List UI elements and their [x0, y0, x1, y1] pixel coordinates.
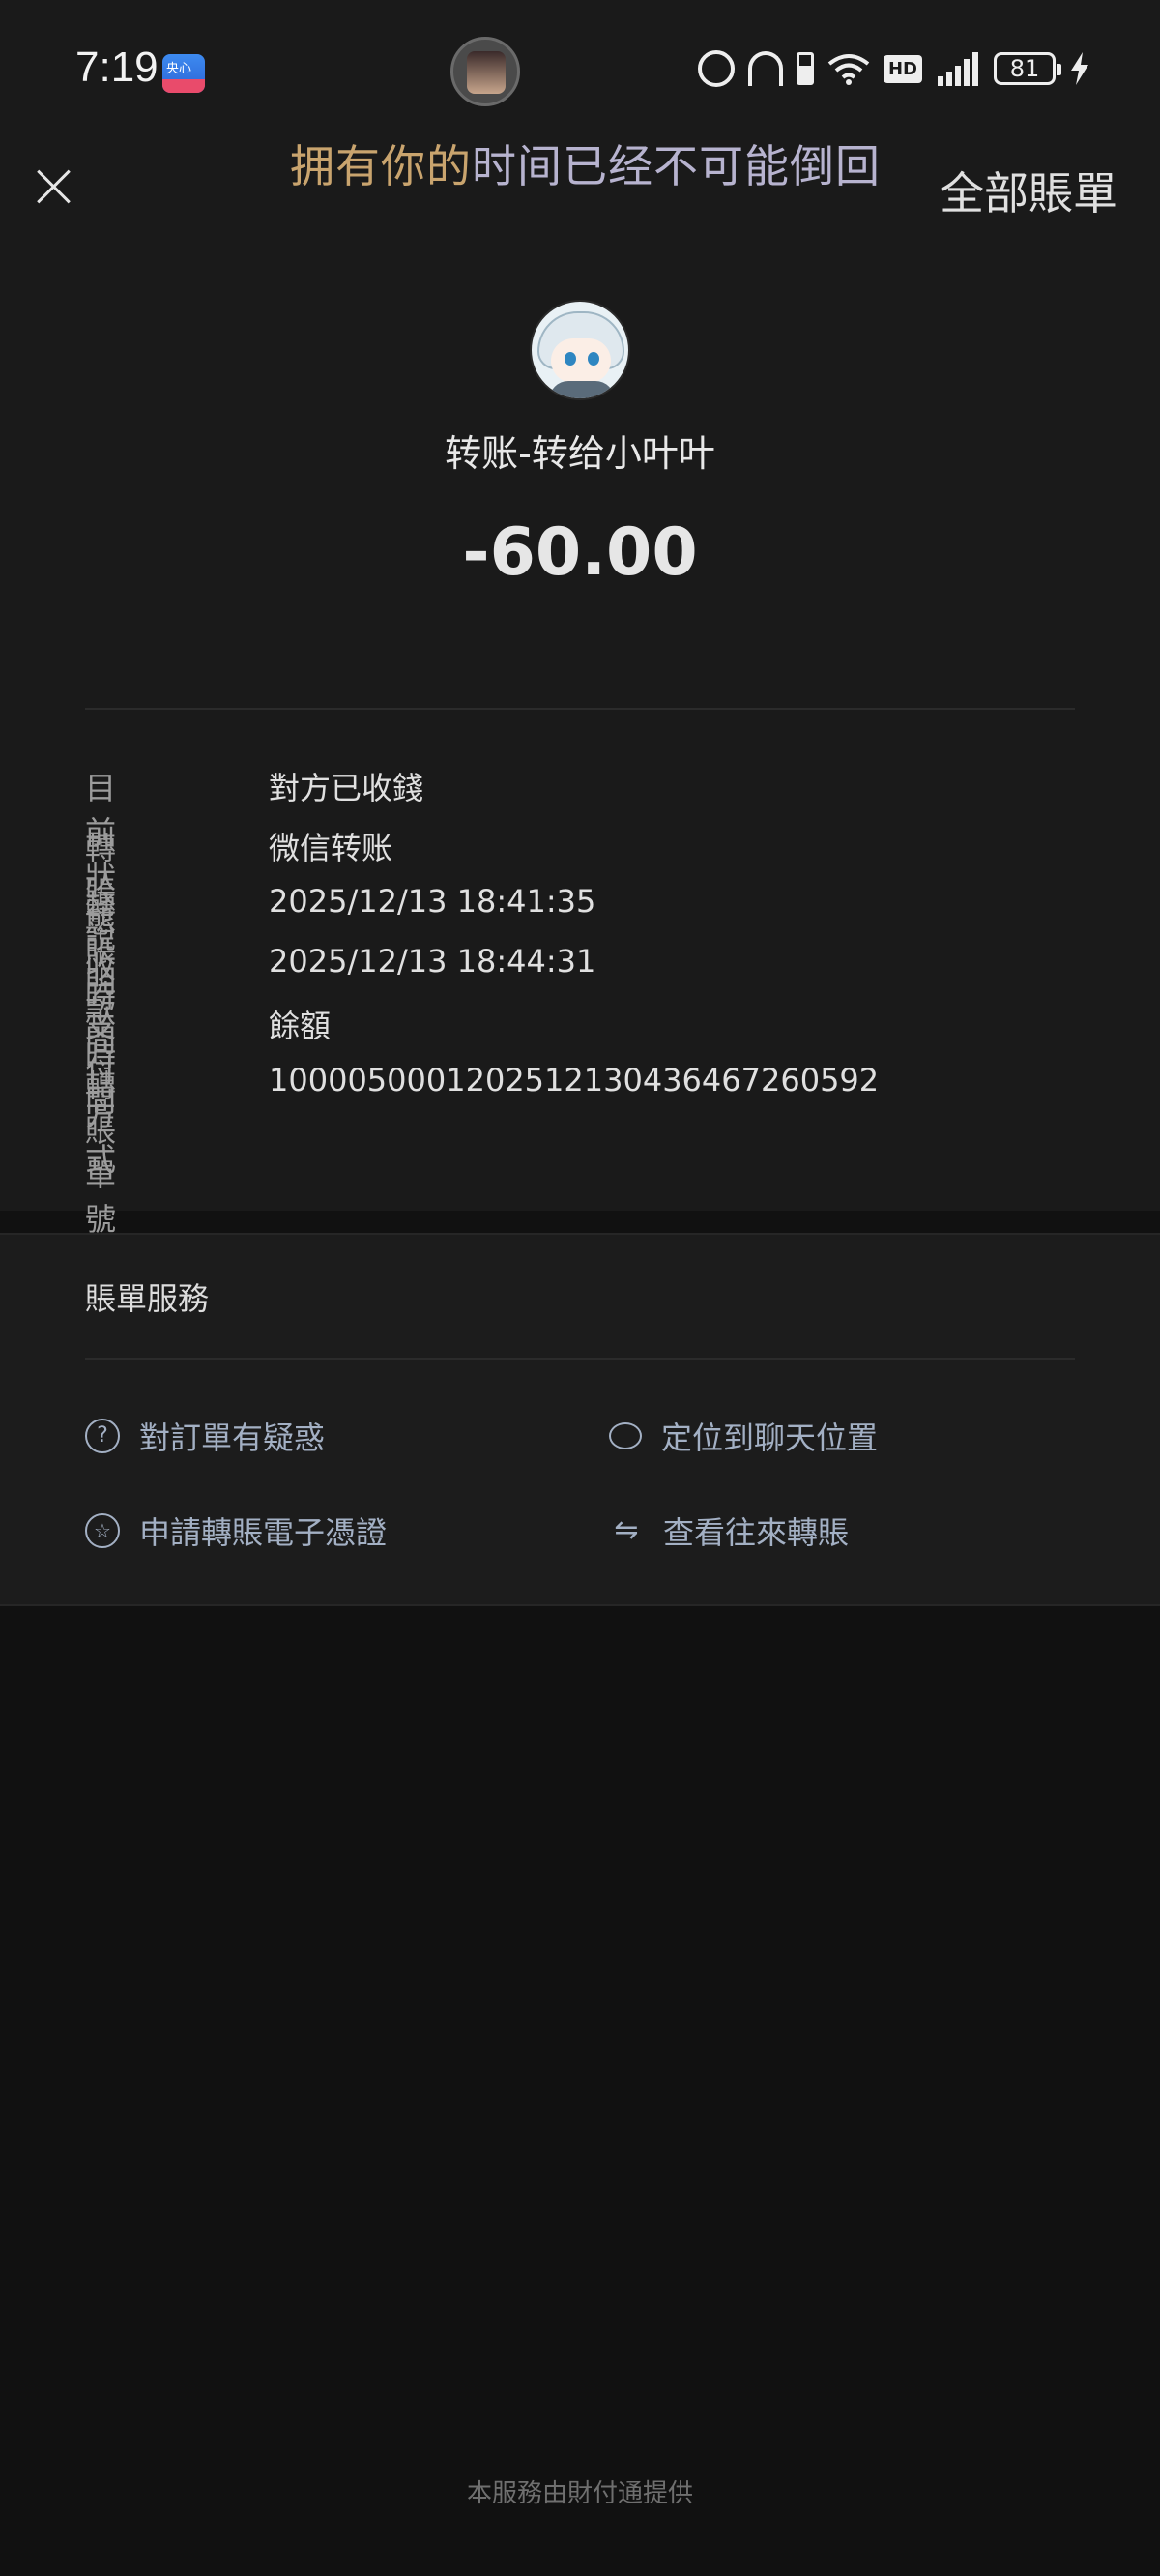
service-label: 申請轉賬電子憑證 — [139, 1514, 388, 1551]
service-label: 查看往來轉賬 — [663, 1514, 850, 1551]
divider — [85, 1358, 1075, 1360]
app-notification-icon: 央心 — [162, 54, 205, 93]
accessory-battery-icon — [796, 52, 814, 85]
transfer-amount: -60.00 — [462, 514, 698, 591]
banner-text-gold: 拥有你的 — [290, 140, 472, 192]
divider — [85, 708, 1075, 710]
detail-value: 1000050001202512130436467260592 — [269, 1061, 880, 1098]
close-icon[interactable] — [29, 162, 77, 211]
banner-text-lavender: 时间已经不可能倒回 — [472, 140, 881, 192]
chat-bubble-icon — [609, 1422, 642, 1449]
battery-indicator: 81 — [994, 52, 1061, 85]
detail-value: 2025/12/13 18:41:35 — [269, 883, 596, 920]
status-icons: HD 81 — [697, 50, 1090, 87]
app-badge-label: 央心 — [166, 62, 192, 76]
detail-value: 對方已收錢 — [269, 770, 424, 806]
detail-value: 2025/12/13 18:44:31 — [269, 942, 596, 980]
all-bills-link[interactable]: 全部賬單 — [940, 159, 1117, 222]
status-time: 7:19 — [75, 44, 159, 91]
services-title: 賬單服務 — [85, 1280, 210, 1317]
transfer-title: 转账-转给小叶叶 — [445, 432, 715, 475]
detail-value: 微信转账 — [269, 829, 393, 866]
hd-badge: HD — [883, 54, 922, 83]
marquee-banner: 拥有你的时间已经不可能倒回 — [290, 132, 881, 195]
service-label: 定位到聊天位置 — [661, 1420, 879, 1456]
status-bar: 7:19 央心 HD 81 — [0, 0, 1160, 145]
service-request-receipt[interactable]: ☆ 申請轉賬電子憑證 — [85, 1508, 387, 1553]
provider-footer: 本服務由財付通提供 — [466, 2479, 693, 2508]
floating-avatar-icon[interactable] — [450, 37, 520, 106]
service-label: 對訂單有疑惑 — [139, 1420, 326, 1456]
service-question-order[interactable]: ? 對訂單有疑惑 — [85, 1414, 325, 1458]
question-icon: ? — [85, 1419, 120, 1453]
service-view-transfers[interactable]: ⇋ 查看往來轉賬 — [609, 1508, 849, 1553]
data-saver-icon — [697, 50, 735, 87]
star-badge-icon: ☆ — [85, 1513, 120, 1548]
signal-icon — [938, 52, 978, 86]
service-locate-chat[interactable]: 定位到聊天位置 — [609, 1414, 878, 1458]
detail-value: 餘額 — [269, 1008, 332, 1044]
headphones-icon — [747, 51, 783, 86]
charging-bolt-icon — [1071, 52, 1088, 85]
detail-label: 轉賬單號 — [85, 1067, 117, 1238]
swap-arrows-icon: ⇋ — [614, 1513, 639, 1547]
wifi-icon — [827, 54, 870, 85]
recipient-avatar — [530, 300, 630, 400]
